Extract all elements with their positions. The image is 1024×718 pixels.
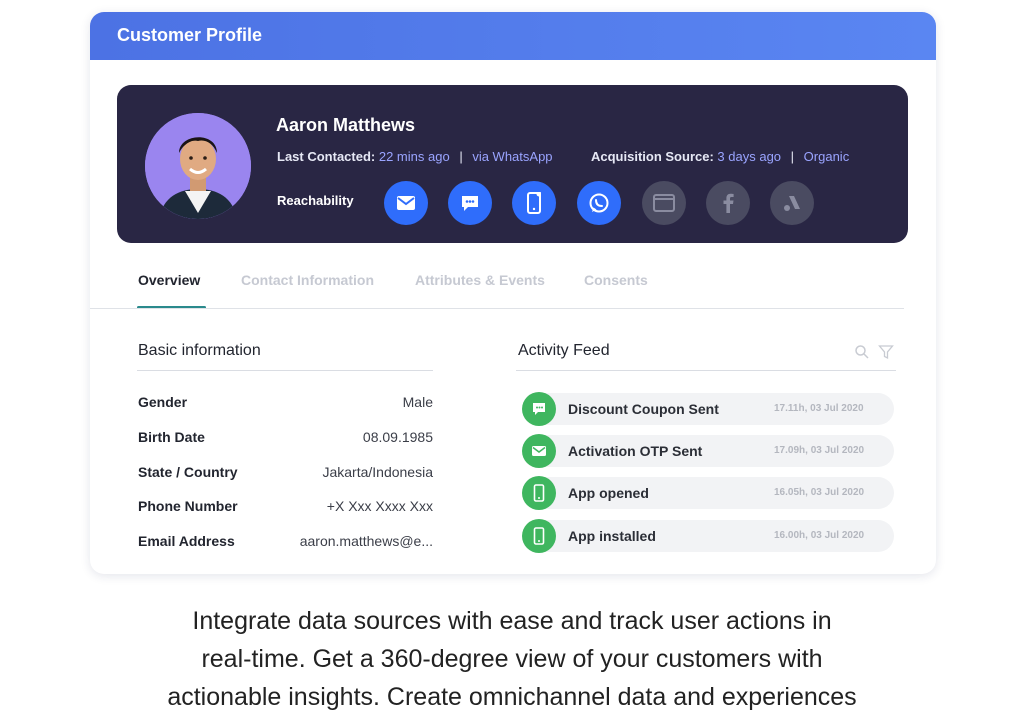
avatar bbox=[145, 113, 251, 219]
email-channel-button[interactable] bbox=[384, 181, 428, 225]
separator: | bbox=[459, 149, 463, 164]
caption-line: real-time. Get a 360-degree view of your… bbox=[201, 645, 823, 673]
last-contacted-label: Last Contacted: bbox=[277, 149, 376, 164]
push-channel-button[interactable] bbox=[512, 181, 556, 225]
info-label: Birth Date bbox=[138, 429, 205, 445]
facebook-icon bbox=[723, 193, 734, 213]
tab-contact-information[interactable]: Contact Information bbox=[241, 272, 374, 288]
tab-consents[interactable]: Consents bbox=[584, 272, 648, 288]
feed-mobile-icon bbox=[522, 476, 556, 510]
info-value: 08.09.1985 bbox=[362, 429, 433, 445]
info-value: +X Xxx Xxxx Xxx bbox=[326, 498, 433, 514]
info-value: Jakarta/Indonesia bbox=[322, 464, 433, 480]
feed-item[interactable]: Activation OTP Sent 17.09h, 03 Jul 2020 bbox=[522, 434, 894, 468]
info-label: State / Country bbox=[138, 464, 238, 480]
tabs-divider bbox=[90, 308, 904, 309]
info-value: aaron.matthews@e... bbox=[299, 533, 433, 549]
last-contacted-via: via WhatsApp bbox=[472, 149, 553, 164]
sms-channel-button[interactable] bbox=[448, 181, 492, 225]
info-label: Email Address bbox=[138, 533, 235, 549]
card-title: Customer Profile bbox=[117, 25, 263, 45]
sms-icon bbox=[462, 196, 478, 211]
search-icon[interactable] bbox=[854, 344, 870, 360]
customer-profile-card: Customer Profile Aaron Matthews Last Con… bbox=[90, 12, 936, 574]
tab-overview[interactable]: Overview bbox=[138, 272, 200, 288]
email-icon bbox=[397, 196, 415, 210]
google-ads-icon bbox=[784, 196, 800, 211]
feed-item-text: Discount Coupon Sent bbox=[568, 401, 719, 417]
feed-mobile-icon bbox=[522, 519, 556, 553]
activity-feed-divider bbox=[516, 370, 896, 371]
facebook-channel-button[interactable] bbox=[706, 181, 750, 225]
whatsapp-channel-button[interactable] bbox=[577, 181, 621, 225]
web-channel-button[interactable] bbox=[642, 181, 686, 225]
feed-item-time: 17.09h, 03 Jul 2020 bbox=[774, 445, 865, 456]
feed-item-text: App installed bbox=[568, 528, 656, 544]
whatsapp-icon bbox=[589, 193, 609, 213]
tab-attributes-events[interactable]: Attributes & Events bbox=[415, 272, 545, 288]
card-header: Customer Profile bbox=[90, 12, 936, 60]
reachability-label: Reachability bbox=[277, 193, 354, 208]
feed-item-time: 16.05h, 03 Jul 2020 bbox=[774, 487, 865, 498]
feed-item-time: 16.00h, 03 Jul 2020 bbox=[774, 530, 865, 541]
feed-item-text: Activation OTP Sent bbox=[568, 443, 703, 459]
feed-sms-icon bbox=[522, 392, 556, 426]
info-value: Male bbox=[402, 394, 433, 410]
customer-name: Aaron Matthews bbox=[276, 115, 416, 135]
basic-info-title: Basic information bbox=[138, 342, 261, 359]
acquisition-type: Organic bbox=[803, 149, 850, 164]
acquisition-value: 3 days ago bbox=[717, 149, 782, 164]
feed-item-time: 17.11h, 03 Jul 2020 bbox=[774, 403, 864, 414]
feed-item[interactable]: App opened 16.05h, 03 Jul 2020 bbox=[522, 476, 894, 510]
marketing-caption: Integrate data sources with ease and tra… bbox=[0, 602, 1024, 716]
feed-item[interactable]: Discount Coupon Sent 17.11h, 03 Jul 2020 bbox=[522, 392, 894, 426]
info-label: Phone Number bbox=[138, 498, 238, 514]
acquisition-source: Acquisition Source: 3 days ago | Organic bbox=[591, 149, 849, 164]
feed-item[interactable]: App installed 16.00h, 03 Jul 2020 bbox=[522, 519, 894, 553]
caption-line: Integrate data sources with ease and tra… bbox=[192, 607, 832, 635]
profile-hero: Aaron Matthews Last Contacted: 22 mins a… bbox=[117, 85, 908, 243]
caption-line: actionable insights. Create omnichannel … bbox=[167, 683, 857, 711]
feed-item-text: App opened bbox=[568, 485, 649, 501]
mobile-push-icon bbox=[527, 192, 541, 214]
filter-icon[interactable] bbox=[878, 344, 894, 360]
acquisition-label: Acquisition Source: bbox=[591, 149, 714, 164]
last-contacted-value: 22 mins ago bbox=[378, 149, 450, 164]
profile-tabs: Overview Contact Information Attributes … bbox=[90, 270, 936, 310]
info-label: Gender bbox=[138, 394, 188, 410]
ads-channel-button[interactable] bbox=[770, 181, 814, 225]
separator: | bbox=[790, 149, 795, 164]
last-contacted: Last Contacted: 22 mins ago | via WhatsA… bbox=[277, 149, 553, 164]
activity-feed-title: Activity Feed bbox=[518, 342, 610, 359]
basic-info-divider bbox=[137, 370, 433, 371]
feed-email-icon bbox=[522, 434, 556, 468]
web-browser-icon bbox=[653, 194, 675, 212]
